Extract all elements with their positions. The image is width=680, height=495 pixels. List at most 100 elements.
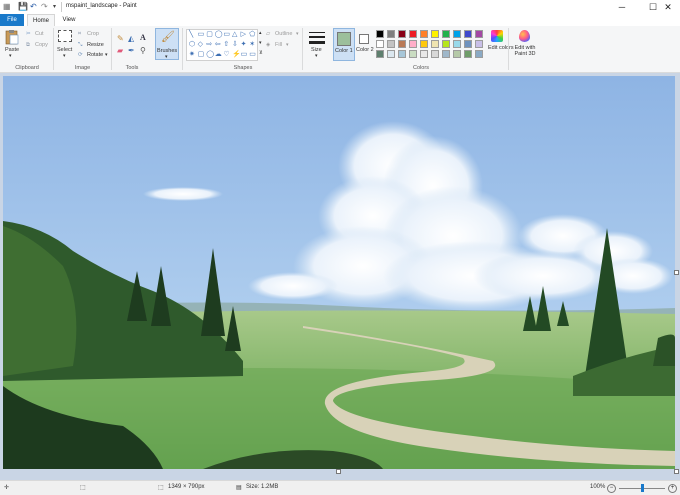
palette-swatch[interactable] <box>387 30 395 38</box>
shape-icon[interactable]: ▷ <box>241 30 246 38</box>
palette-swatch[interactable] <box>387 50 395 58</box>
outline-dropdown-icon[interactable]: ▾ <box>296 31 299 37</box>
rotate-dropdown-icon[interactable]: ▾ <box>105 52 108 58</box>
tab-file[interactable]: File <box>0 14 24 26</box>
palette-swatch[interactable] <box>398 30 406 38</box>
palette-swatch[interactable] <box>409 40 417 48</box>
select-icon[interactable] <box>58 30 72 42</box>
fill-button[interactable]: Fill <box>275 42 282 48</box>
magnifier-icon[interactable]: ⚲ <box>140 46 146 55</box>
zoom-in-button[interactable]: + <box>668 484 677 493</box>
color2-button[interactable]: Color 2 <box>356 28 374 61</box>
palette-swatch[interactable] <box>442 40 450 48</box>
canvas-resize-handle[interactable] <box>336 469 341 474</box>
save-icon[interactable]: 💾 <box>18 2 28 12</box>
shapes-gallery[interactable]: ╲ ▭ ▢ ◯ ▭ △ ▷ ⬠ ⬡ ◇ ⇨ ⇦ ⇧ ⇩ ✦ ✶ ✷ ▢ ◯ ☁ ♡ ⚡ ▭ ▭ <box>186 29 258 61</box>
outline-button[interactable]: Outline <box>275 31 292 37</box>
brushes-button[interactable]: 🖌 Brushes ▾ <box>155 28 179 60</box>
shape-icon[interactable]: ⇧ <box>223 40 229 48</box>
palette-swatch[interactable] <box>453 30 461 38</box>
undo-icon[interactable]: ↶ <box>30 2 37 12</box>
palette-swatch[interactable] <box>475 30 483 38</box>
crop-button[interactable]: Crop <box>87 31 99 37</box>
palette-swatch[interactable] <box>409 50 417 58</box>
palette-swatch[interactable] <box>420 50 428 58</box>
shape-icon[interactable]: ◯ <box>215 30 223 38</box>
palette-swatch[interactable] <box>376 50 384 58</box>
edit-colors-button[interactable]: Edit colors <box>487 28 514 61</box>
canvas-resize-handle[interactable] <box>674 270 679 275</box>
palette-swatch[interactable] <box>464 40 472 48</box>
shape-icon[interactable]: ▭ <box>249 50 256 58</box>
shape-icon[interactable]: △ <box>232 30 237 38</box>
drawing-canvas[interactable] <box>3 76 675 469</box>
palette-swatch[interactable] <box>475 40 483 48</box>
palette-swatch[interactable] <box>431 30 439 38</box>
palette-swatch[interactable] <box>431 50 439 58</box>
palette-swatch[interactable] <box>431 40 439 48</box>
shape-icon[interactable]: ✦ <box>241 40 247 48</box>
resize-button[interactable]: Resize <box>87 42 104 48</box>
shape-icon[interactable]: ⬡ <box>189 40 195 48</box>
pencil-icon[interactable]: ✎ <box>117 34 124 43</box>
shape-icon[interactable]: ◇ <box>198 40 203 48</box>
shape-icon[interactable]: ⚡ <box>232 50 241 58</box>
palette-swatch[interactable] <box>442 30 450 38</box>
shape-icon[interactable]: ⇦ <box>215 40 221 48</box>
size-button[interactable]: Size ▾ <box>306 29 328 61</box>
shape-icon[interactable]: ▭ <box>241 50 248 58</box>
palette-swatch[interactable] <box>409 30 417 38</box>
palette-swatch[interactable] <box>464 30 472 38</box>
tab-view[interactable]: View <box>58 14 80 26</box>
palette-swatch[interactable] <box>376 40 384 48</box>
copy-button[interactable]: Copy <box>35 42 48 48</box>
rotate-button[interactable]: Rotate <box>87 52 103 58</box>
palette-swatch[interactable] <box>442 50 450 58</box>
shapes-scroll-down-icon[interactable]: ▾ <box>259 40 262 46</box>
shapes-scroll-up-icon[interactable]: ▴ <box>259 30 262 36</box>
shape-icon[interactable]: ⬠ <box>249 30 255 38</box>
customize-toolbar-icon[interactable]: ▾ <box>53 2 56 12</box>
palette-swatch[interactable] <box>453 50 461 58</box>
color1-button[interactable]: Color 1 <box>333 28 355 61</box>
shape-icon[interactable]: ◯ <box>206 50 214 58</box>
fill-dropdown-icon[interactable]: ▾ <box>286 42 289 48</box>
edit-paint3d-button[interactable]: Edit with Paint 3D <box>510 28 538 61</box>
shapes-expand-icon[interactable]: ⊻ <box>259 50 263 56</box>
shape-icon[interactable]: ▢ <box>206 30 213 38</box>
shape-icon[interactable]: ▭ <box>198 30 205 38</box>
shape-icon[interactable]: ♡ <box>223 50 229 58</box>
redo-icon[interactable]: ↷ <box>41 2 48 12</box>
shape-icon[interactable]: ✷ <box>189 50 195 58</box>
shape-icon[interactable]: ▭ <box>223 30 230 38</box>
shape-icon[interactable]: ✶ <box>249 40 255 48</box>
shape-icon[interactable]: ▢ <box>198 50 205 58</box>
paste-label[interactable]: Paste <box>5 47 19 53</box>
palette-swatch[interactable] <box>453 40 461 48</box>
shape-icon[interactable]: ⇨ <box>206 40 212 48</box>
color-picker-icon[interactable]: ✒ <box>128 46 135 55</box>
text-icon[interactable]: A <box>140 33 146 42</box>
palette-swatch[interactable] <box>376 30 384 38</box>
close-button[interactable]: ✕ <box>656 0 680 14</box>
shape-icon[interactable]: ╲ <box>189 30 193 38</box>
palette-swatch[interactable] <box>420 40 428 48</box>
shape-icon[interactable]: ⇩ <box>232 40 238 48</box>
select-dropdown-icon[interactable]: ▾ <box>63 53 66 59</box>
zoom-out-button[interactable]: − <box>607 484 616 493</box>
minimize-button[interactable]: ─ <box>610 0 634 14</box>
shape-icon[interactable]: ☁ <box>215 50 222 58</box>
paste-button[interactable] <box>4 29 20 45</box>
eraser-icon[interactable]: ▰ <box>117 46 123 55</box>
canvas-resize-handle[interactable] <box>674 469 679 474</box>
palette-swatch[interactable] <box>464 50 472 58</box>
palette-swatch[interactable] <box>387 40 395 48</box>
palette-swatch[interactable] <box>475 50 483 58</box>
fill-icon[interactable]: ◭ <box>128 34 134 43</box>
cut-button[interactable]: Cut <box>35 31 44 37</box>
paste-dropdown-icon[interactable]: ▾ <box>9 53 12 59</box>
zoom-slider-thumb[interactable] <box>641 484 644 492</box>
palette-swatch[interactable] <box>398 40 406 48</box>
palette-swatch[interactable] <box>420 30 428 38</box>
palette-swatch[interactable] <box>398 50 406 58</box>
